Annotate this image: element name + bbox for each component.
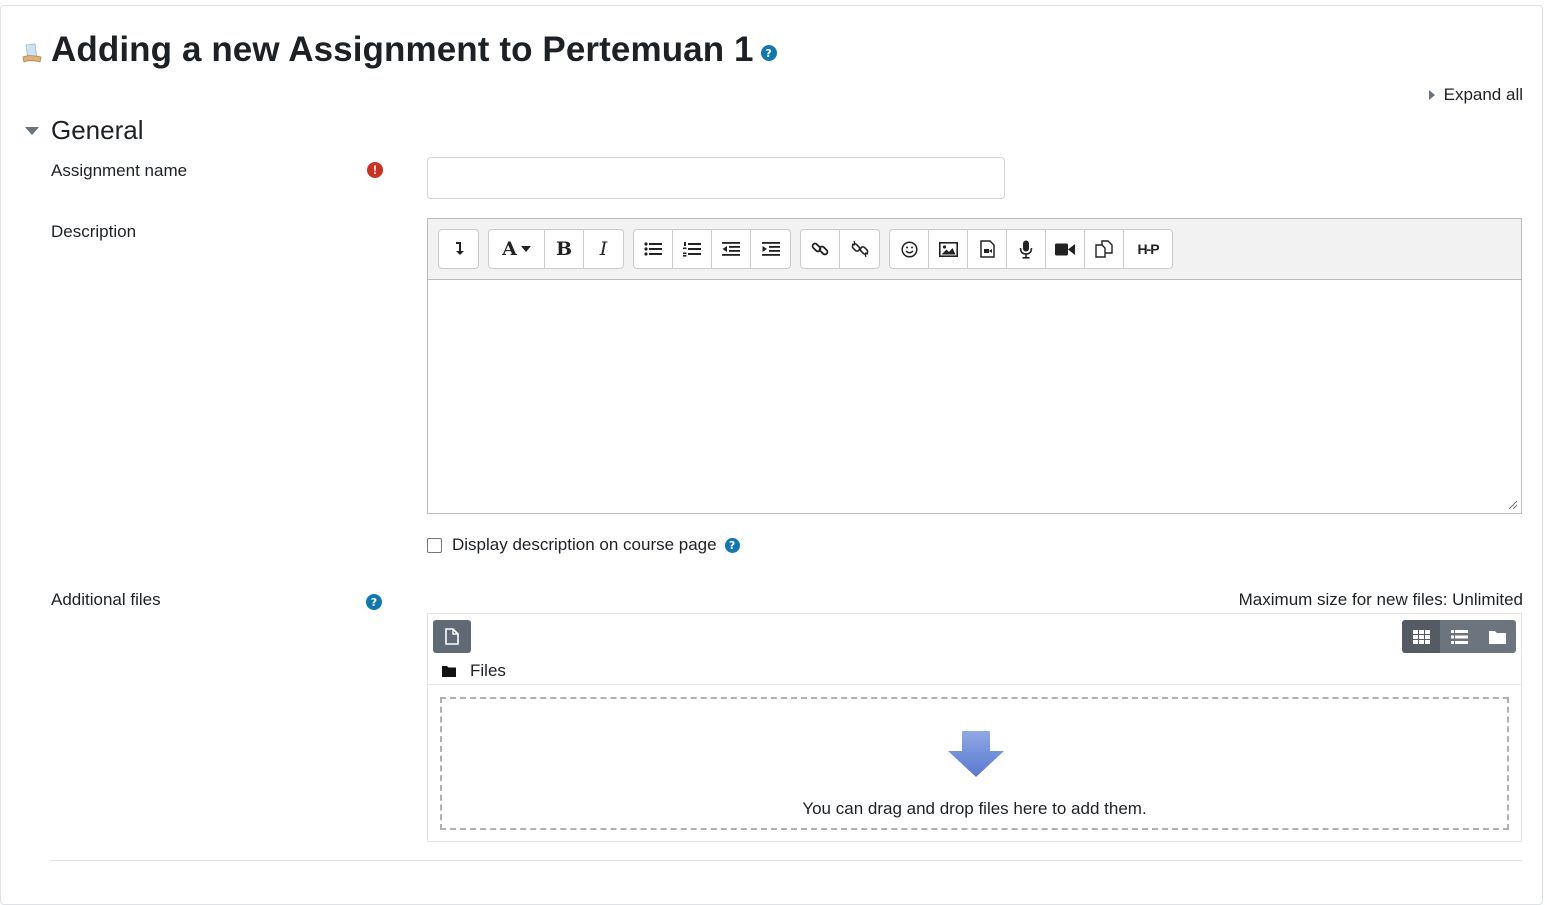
toolbar-group: [438, 229, 479, 269]
toolbar-group: A B I: [488, 229, 624, 269]
page-title: Adding a new Assignment to Pertemuan 1: [51, 30, 754, 69]
view-switcher: [1402, 620, 1516, 653]
expand-all-link[interactable]: Expand all: [1428, 85, 1523, 105]
record-video-icon[interactable]: [1046, 230, 1085, 268]
description-editor: A B I H-P: [427, 218, 1522, 514]
resize-grip-icon[interactable]: [1508, 500, 1518, 510]
emoji-icon[interactable]: [890, 230, 929, 268]
help-icon[interactable]: ?: [366, 594, 382, 610]
drop-arrow-icon: [948, 731, 1004, 777]
path-files-link[interactable]: Files: [470, 661, 506, 681]
grid-view-button[interactable]: [1402, 620, 1440, 653]
link-icon[interactable]: [801, 230, 840, 268]
caret-down-icon: [25, 126, 39, 135]
assignment-name-label: Assignment name: [51, 161, 188, 180]
media-icon[interactable]: [968, 230, 1007, 268]
h5p-icon[interactable]: H-P: [1124, 230, 1172, 268]
grid-icon: [1412, 629, 1430, 644]
show-more-icon[interactable]: [439, 230, 478, 268]
file-drop-zone[interactable]: You can drag and drop files here to add …: [440, 697, 1509, 830]
italic-letter: I: [599, 238, 608, 260]
filepicker-drop-container: You can drag and drop files here to add …: [427, 685, 1522, 842]
filepicker-path: Files: [442, 661, 506, 681]
assignment-icon: [22, 43, 42, 63]
manage-files-icon[interactable]: [1085, 230, 1124, 268]
h5p-label: H-P: [1137, 241, 1159, 257]
toolbar-group: [633, 229, 791, 269]
ordered-list-icon[interactable]: [673, 230, 712, 268]
editor-toolbar: A B I H-P: [438, 229, 1173, 269]
outdent-icon[interactable]: [712, 230, 751, 268]
filepicker-toolbar: Files: [427, 613, 1522, 685]
bold-icon[interactable]: B: [545, 230, 584, 268]
toolbar-group: [800, 229, 880, 269]
record-audio-icon[interactable]: [1007, 230, 1046, 268]
divider: [50, 860, 1522, 861]
italic-icon[interactable]: I: [584, 230, 623, 268]
section-general-toggle[interactable]: General: [25, 115, 144, 146]
expand-all-label: Expand all: [1443, 85, 1523, 104]
list-view-button[interactable]: [1440, 620, 1478, 653]
display-description-checkbox[interactable]: [427, 537, 442, 553]
description-label: Description: [51, 222, 137, 241]
unordered-list-icon[interactable]: [634, 230, 673, 268]
image-icon[interactable]: [929, 230, 968, 268]
list-icon: [1450, 629, 1468, 644]
page-header: Adding a new Assignment to Pertemuan 1 ?: [22, 30, 777, 70]
file-icon: [445, 628, 459, 645]
add-file-button[interactable]: [433, 620, 471, 653]
folder-icon: [1488, 630, 1506, 644]
description-textarea[interactable]: [428, 279, 1521, 513]
folder-icon: [442, 665, 456, 677]
additional-files-label: Additional files: [51, 590, 161, 609]
tree-view-button[interactable]: [1478, 620, 1516, 653]
bold-letter: B: [555, 238, 573, 260]
paragraph-styles-icon[interactable]: A: [489, 230, 545, 268]
section-title: General: [51, 115, 144, 145]
toolbar-group: H-P: [889, 229, 1173, 269]
paragraph-styles-letter: A: [502, 238, 517, 260]
caret-right-icon: [1428, 90, 1435, 100]
unlink-icon[interactable]: [840, 230, 879, 268]
assignment-name-input[interactable]: [427, 157, 1005, 199]
drop-instructions: You can drag and drop files here to add …: [802, 799, 1147, 818]
help-icon[interactable]: ?: [724, 537, 740, 553]
display-description-row: Display description on course page ?: [427, 535, 740, 555]
max-size-text: Maximum size for new files: Unlimited: [1238, 590, 1523, 609]
help-icon[interactable]: ?: [760, 45, 777, 61]
display-description-label[interactable]: Display description on course page: [452, 535, 717, 555]
indent-icon[interactable]: [751, 230, 790, 268]
required-icon: !: [367, 162, 383, 178]
